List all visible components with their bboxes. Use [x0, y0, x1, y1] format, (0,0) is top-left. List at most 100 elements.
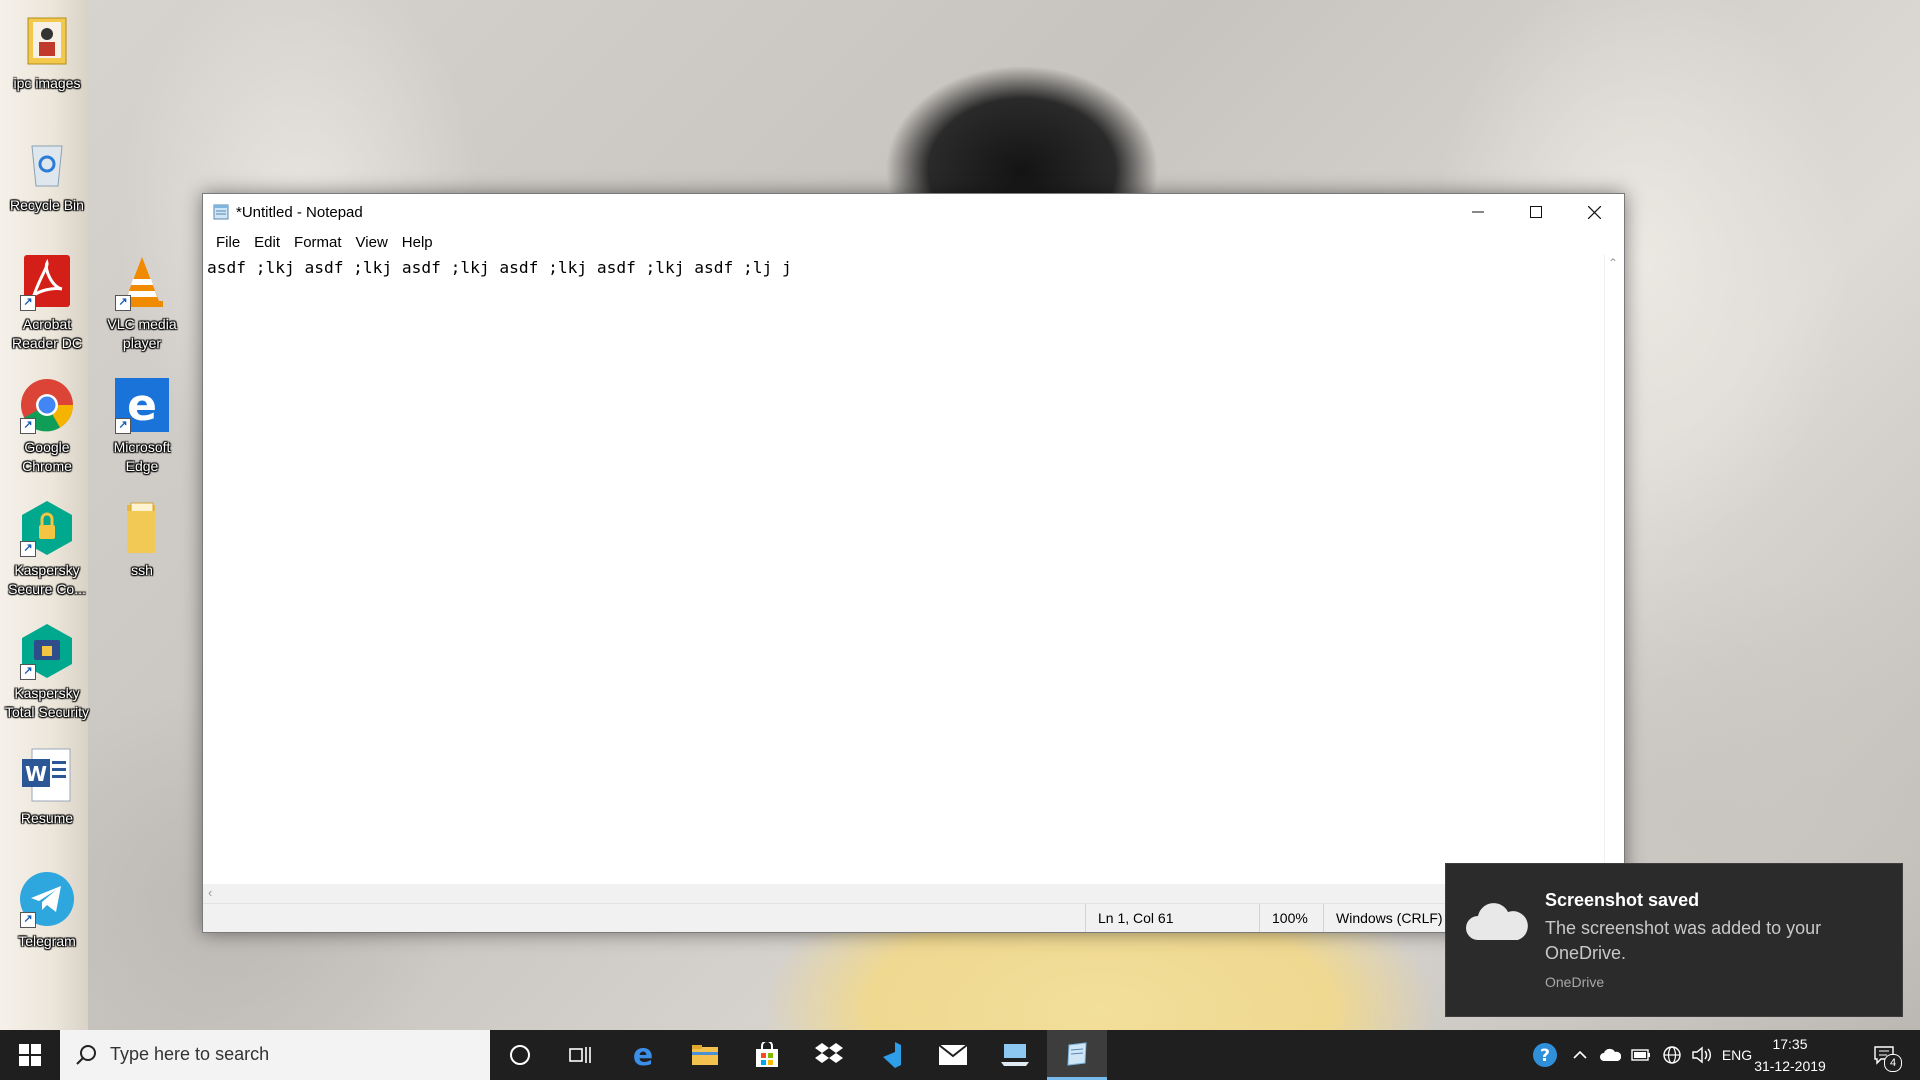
menu-help[interactable]: Help: [395, 234, 440, 251]
clock-time: 17:35: [1772, 1036, 1808, 1052]
volume-icon: [1692, 1046, 1711, 1064]
kaspersky-secure-icon: ↗: [18, 499, 76, 557]
notepad-window[interactable]: *Untitled - Notepad File Edit Format Vie…: [202, 193, 1625, 933]
file-explorer-icon: [692, 1045, 718, 1065]
taskbar-notepad[interactable]: [1047, 1030, 1107, 1080]
horizontal-scrollbar[interactable]: ‹: [203, 884, 1605, 904]
maximize-button[interactable]: [1507, 194, 1565, 230]
taskbar-search-box[interactable]: Type here to search: [60, 1030, 490, 1080]
onedrive-cloud-icon: [1466, 903, 1528, 940]
svg-text:e: e: [633, 1041, 653, 1069]
store-icon: [756, 1042, 778, 1067]
desktop-icon-vlc[interactable]: ↗ VLC media player: [94, 253, 190, 353]
taskbar-connect[interactable]: [985, 1030, 1045, 1080]
toast-source: OneDrive: [1545, 974, 1605, 990]
menu-view[interactable]: View: [349, 234, 395, 251]
taskbar: Type here to search e ? ENG 17:35 31-12-…: [0, 1030, 1920, 1080]
desktop-icon-kaspersky-secure[interactable]: ↗ Kaspersky Secure Co...: [0, 499, 95, 599]
desktop-icon-label: VLC media player: [107, 316, 177, 351]
tray-action-center[interactable]: 4: [1864, 1030, 1904, 1080]
tray-battery[interactable]: [1628, 1030, 1654, 1080]
close-button[interactable]: [1565, 194, 1623, 230]
menu-file[interactable]: File: [209, 234, 247, 251]
task-view-icon: [569, 1047, 591, 1063]
minimize-button[interactable]: [1449, 194, 1507, 230]
cortana-icon: [510, 1045, 530, 1065]
menu-format[interactable]: Format: [287, 234, 349, 251]
tray-onedrive[interactable]: [1596, 1030, 1624, 1080]
globe-network-icon: [1663, 1046, 1681, 1064]
tray-help[interactable]: ?: [1528, 1030, 1562, 1080]
shortcut-arrow-icon: ↗: [115, 295, 131, 311]
recycle-bin-icon: [18, 134, 76, 192]
clock-date: 31-12-2019: [1754, 1058, 1826, 1074]
desktop-icon-edge[interactable]: e ↗ Microsoft Edge: [94, 376, 190, 476]
desktop-icon-ipc-images[interactable]: ipc images: [0, 12, 95, 93]
desktop-icon-label: Resume: [20, 810, 74, 826]
svg-text:e: e: [127, 380, 157, 431]
maximize-icon: [1530, 206, 1542, 218]
minimize-icon: [1472, 211, 1484, 213]
dropbox-icon: [815, 1043, 843, 1063]
photo-folder-icon: [18, 12, 76, 70]
tray-show-hidden[interactable]: [1568, 1030, 1592, 1080]
scroll-up-icon[interactable]: ⌃: [1608, 256, 1618, 270]
search-icon: [76, 1045, 96, 1065]
scroll-left-icon[interactable]: ‹: [208, 885, 212, 900]
taskbar-visual-studio[interactable]: [861, 1030, 921, 1080]
acrobat-icon: ↗: [18, 253, 76, 311]
task-view-button[interactable]: [550, 1030, 610, 1080]
notification-count-badge: 4: [1884, 1054, 1902, 1072]
taskbar-store[interactable]: [737, 1030, 797, 1080]
desktop-icon-resume[interactable]: W Resume: [0, 747, 95, 828]
tray-language[interactable]: ENG: [1720, 1030, 1754, 1080]
desktop-icon-label: Recycle Bin: [10, 197, 84, 213]
taskbar-mail[interactable]: [923, 1030, 983, 1080]
notification-toast[interactable]: Screenshot saved The screenshot was adde…: [1445, 863, 1903, 1017]
shortcut-arrow-icon: ↗: [20, 912, 36, 928]
desktop-icon-chrome[interactable]: ↗ Google Chrome: [0, 376, 95, 476]
desktop-icon-label: ipc images: [13, 75, 81, 91]
desktop-icon-label: Google Chrome: [22, 439, 72, 474]
title-bar[interactable]: *Untitled - Notepad: [203, 194, 1624, 230]
taskbar-file-explorer[interactable]: [675, 1030, 735, 1080]
visual-studio-icon: [883, 1042, 901, 1068]
desktop-icon-label: Acrobat Reader DC: [11, 316, 83, 351]
text-editor-area[interactable]: asdf ;lkj asdf ;lkj asdf ;lkj asdf ;lkj …: [203, 254, 1605, 884]
tray-volume[interactable]: [1688, 1030, 1716, 1080]
desktop-icon-label: Telegram: [18, 933, 76, 949]
shortcut-arrow-icon: ↗: [20, 418, 36, 434]
toast-title: Screenshot saved: [1545, 890, 1700, 910]
vlc-icon: ↗: [113, 253, 171, 311]
desktop-icon-acrobat[interactable]: ↗ Acrobat Reader DC: [0, 253, 95, 353]
close-icon: [1587, 205, 1601, 219]
help-icon: ?: [1533, 1043, 1557, 1067]
status-bar: Ln 1, Col 61 100% Windows (CRLF): [203, 903, 1624, 932]
desktop-icon-kaspersky-total[interactable]: ↗ Kaspersky Total Security: [0, 622, 95, 722]
edge-icon: e ↗: [113, 376, 171, 434]
shortcut-arrow-icon: ↗: [20, 664, 36, 680]
status-zoom: 100%: [1259, 904, 1322, 932]
desktop-icon-telegram[interactable]: ↗ Telegram: [0, 870, 95, 951]
cortana-button[interactable]: [490, 1030, 550, 1080]
desktop-icon-label: Kaspersky Total Security: [4, 685, 90, 720]
vertical-scrollbar[interactable]: ⌃: [1604, 254, 1624, 884]
onedrive-tray-icon: [1600, 1048, 1621, 1061]
editor-content[interactable]: asdf ;lkj asdf ;lkj asdf ;lkj asdf ;lkj …: [203, 254, 1605, 281]
tray-clock[interactable]: 17:35 31-12-2019: [1752, 1033, 1828, 1077]
start-button[interactable]: [0, 1030, 60, 1080]
menu-bar: File Edit Format View Help: [203, 230, 1624, 254]
connect-icon: [1001, 1044, 1029, 1066]
taskbar-dropbox[interactable]: [799, 1030, 859, 1080]
taskbar-edge[interactable]: e: [613, 1030, 673, 1080]
desktop-icon-ssh[interactable]: ssh: [94, 499, 190, 580]
status-position: Ln 1, Col 61: [1085, 904, 1228, 932]
windows-logo-icon: [19, 1044, 41, 1066]
battery-icon: [1631, 1049, 1650, 1061]
menu-edit[interactable]: Edit: [247, 234, 287, 251]
kaspersky-total-icon: ↗: [18, 622, 76, 680]
desktop-icon-recycle-bin[interactable]: Recycle Bin: [0, 134, 95, 215]
tray-network[interactable]: [1658, 1030, 1686, 1080]
word-doc-icon: W: [18, 747, 76, 805]
shortcut-arrow-icon: ↗: [20, 541, 36, 557]
